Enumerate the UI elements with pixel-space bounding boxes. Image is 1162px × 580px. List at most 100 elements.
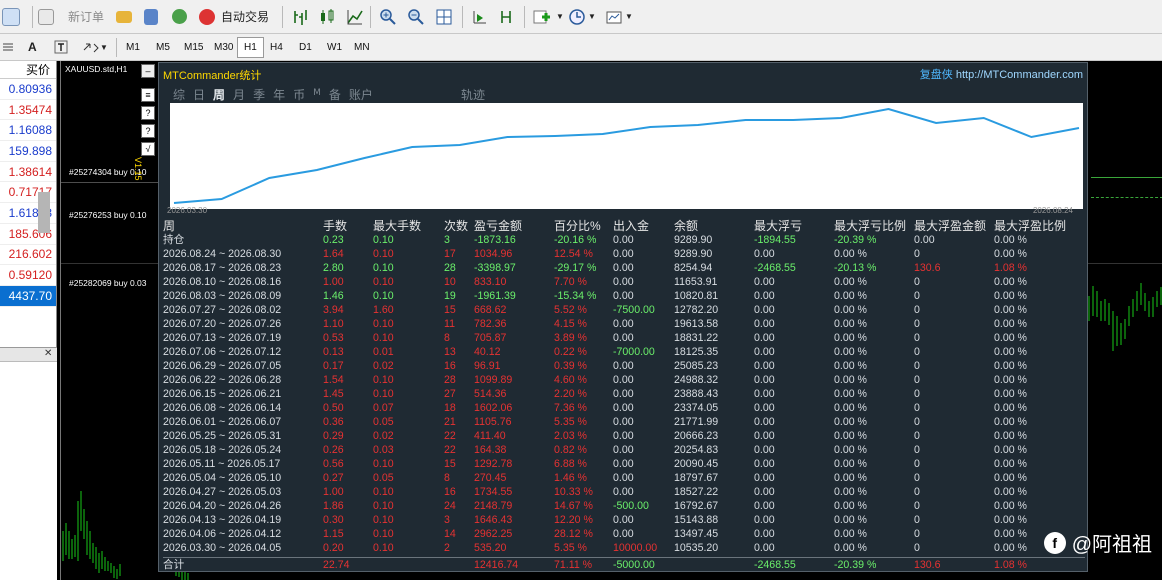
table-cell: 15143.88: [674, 514, 719, 526]
table-cell: 0.00: [754, 416, 775, 428]
new-order-icon[interactable]: [38, 0, 54, 33]
minimize-icon[interactable]: –: [141, 64, 155, 78]
table-cell: 11653.91: [674, 276, 718, 288]
table-cell: 0.10: [373, 486, 394, 498]
table-cell: 18527.22: [674, 486, 719, 498]
table-cell: 19613.58: [674, 318, 719, 330]
column-header: 次数: [444, 219, 469, 233]
price-row[interactable]: 0.59120: [0, 265, 56, 286]
close-icon[interactable]: ✕: [44, 348, 52, 359]
table-cell: 5.52 %: [554, 304, 587, 316]
table-cell: 164.38: [474, 444, 507, 456]
price-row[interactable]: 1.16088: [0, 120, 56, 142]
tab-5[interactable]: 年: [273, 86, 285, 103]
table-row: 2026.04.13 ~ 2026.04.19 0.30 0.10 3 1646.43 1…: [163, 513, 1085, 527]
brand-link[interactable]: 复盘侠 http://MTCommander.com: [920, 66, 1083, 82]
table-cell: 0: [914, 360, 920, 372]
table-cell: 11: [444, 318, 455, 330]
periods-icon[interactable]: ▼: [568, 0, 596, 33]
help-icon[interactable]: ?: [141, 124, 155, 138]
templates-icon[interactable]: ▼: [605, 0, 633, 33]
table-cell: 0.00: [613, 332, 634, 344]
bar-chart-icon[interactable]: [291, 0, 309, 33]
chart-shift-icon[interactable]: [498, 0, 516, 33]
table-cell: 0.00 %: [994, 374, 1027, 386]
table-cell: 5.35 %: [554, 416, 587, 428]
help-icon[interactable]: ?: [141, 106, 155, 120]
tab-4[interactable]: 季: [253, 86, 265, 103]
market-watch-icon[interactable]: [116, 0, 132, 33]
crosshair-icon[interactable]: [2, 34, 16, 60]
timeframe-button-d1[interactable]: D1: [293, 37, 318, 58]
price-row[interactable]: 1.35474: [0, 100, 56, 121]
table-cell: 2026.07.13 ~ 2026.07.19: [163, 332, 282, 344]
navigator-icon[interactable]: [172, 0, 187, 33]
timeframe-button-w1[interactable]: W1: [321, 37, 348, 58]
table-cell: 0.50: [323, 402, 344, 414]
timeframe-button-h1[interactable]: H1: [237, 37, 264, 58]
table-cell: 2026.04.27 ~ 2026.05.03: [163, 486, 282, 498]
table-cell: 0.00: [613, 248, 634, 260]
table-cell: 23888.43: [674, 388, 719, 400]
table-cell: 12.20 %: [554, 514, 593, 526]
table-cell: 1646.43: [474, 514, 513, 526]
price-row[interactable]: 1.38614: [0, 162, 56, 183]
table-cell: 16: [444, 486, 456, 498]
scrollbar-thumb[interactable]: [38, 192, 50, 233]
timeframe-button-mn[interactable]: MN: [348, 37, 376, 58]
check-icon[interactable]: √: [141, 142, 155, 156]
table-cell: 2026.07.06 ~ 2026.07.12: [163, 346, 282, 358]
tab-9[interactable]: 账户: [349, 86, 373, 103]
candlestick-icon[interactable]: [318, 0, 336, 33]
tab-8[interactable]: 备: [329, 86, 341, 103]
table-cell: 12.54 %: [554, 248, 593, 260]
tile-windows-icon[interactable]: [435, 0, 453, 33]
timeframe-button-m1[interactable]: M1: [120, 37, 146, 58]
table-cell: -29.17 %: [554, 262, 597, 274]
autoscroll-icon[interactable]: [470, 0, 488, 33]
table-cell: 130.6: [914, 262, 941, 274]
timeframe-button-m15[interactable]: M15: [178, 37, 209, 58]
terminal-icon[interactable]: [144, 0, 158, 33]
table-cell: 持仓: [163, 234, 185, 246]
menu-icon[interactable]: ≡: [141, 88, 155, 102]
tab-2[interactable]: 周: [213, 86, 225, 103]
auto-trading-icon[interactable]: [199, 0, 215, 33]
table-cell: 0.00 %: [994, 248, 1027, 260]
price-row[interactable]: 159.898: [0, 141, 56, 162]
tab-1[interactable]: 日: [193, 86, 205, 103]
price-row[interactable]: 4437.70: [0, 285, 56, 307]
table-cell: 1105.76: [474, 416, 512, 428]
table-cell: 18125.35: [674, 346, 719, 358]
timeframe-button-m30[interactable]: M30: [208, 37, 239, 58]
table-cell: 10: [444, 276, 456, 288]
new-chart-icon[interactable]: [2, 0, 20, 33]
tab-3[interactable]: 月: [233, 86, 245, 103]
table-cell: 0: [914, 528, 920, 540]
new-order-button[interactable]: 新订单: [68, 0, 104, 33]
table-cell: 23374.05: [674, 402, 719, 414]
price-row[interactable]: 0.80936: [0, 79, 56, 100]
timeframe-button-m5[interactable]: M5: [150, 37, 176, 58]
table-cell: 0.00: [613, 360, 634, 372]
table-cell: 0.53: [323, 332, 344, 344]
table-cell: 0.10: [373, 248, 394, 260]
tab-track[interactable]: 轨迹: [461, 86, 485, 103]
tab-6[interactable]: 币: [293, 86, 305, 103]
column-header: 出入金: [613, 219, 650, 233]
indicators-icon[interactable]: ▼: [532, 0, 564, 33]
line-chart-icon[interactable]: [346, 0, 364, 33]
table-cell: 0.00: [754, 486, 775, 498]
table-cell: 0.00: [754, 374, 775, 386]
auto-trading-button[interactable]: 自动交易: [221, 0, 269, 33]
zoom-out-icon[interactable]: [407, 0, 425, 33]
table-cell: 2026.08.17 ~ 2026.08.23: [163, 262, 282, 274]
zoom-in-icon[interactable]: [379, 0, 397, 33]
timeframe-button-h4[interactable]: H4: [264, 37, 289, 58]
table-cell: 1.15: [323, 528, 344, 540]
tab-0[interactable]: 综: [173, 86, 185, 103]
arrows-icon[interactable]: ▼: [82, 34, 108, 60]
price-row[interactable]: 216.602: [0, 245, 56, 266]
text-label-icon[interactable]: [54, 34, 68, 60]
text-tool-icon[interactable]: A: [28, 34, 37, 60]
